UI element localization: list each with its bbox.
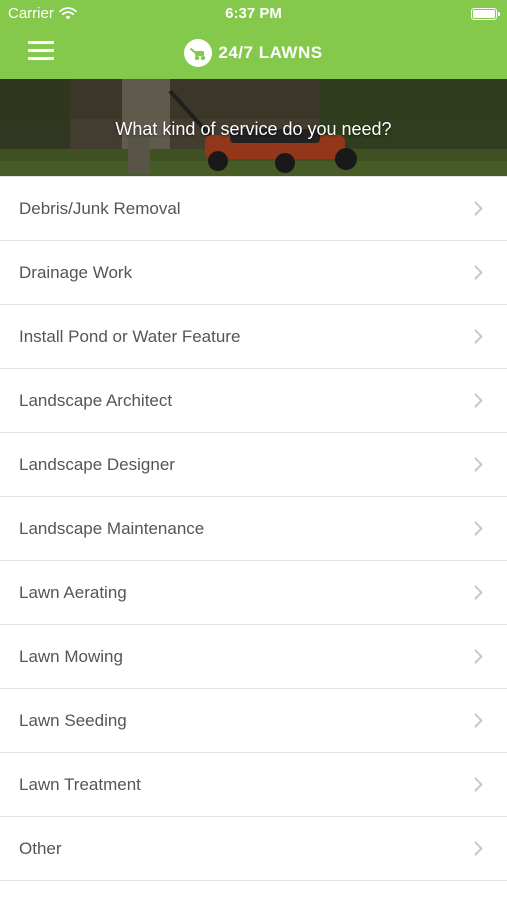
chevron-right-icon	[474, 457, 483, 472]
service-item-debris-junk-removal[interactable]: Debris/Junk Removal	[0, 177, 507, 241]
battery-level	[473, 10, 495, 18]
service-label: Debris/Junk Removal	[19, 198, 181, 218]
chevron-right-icon	[474, 393, 483, 408]
chevron-right-icon	[474, 777, 483, 792]
navigation-bar: 24/7 LAWNS	[0, 28, 507, 79]
service-label: Install Pond or Water Feature	[19, 326, 241, 346]
chevron-right-icon	[474, 201, 483, 216]
service-label: Lawn Aerating	[19, 582, 127, 602]
chevron-right-icon	[474, 265, 483, 280]
service-list: Debris/Junk Removal Drainage Work Instal…	[0, 176, 507, 900]
service-item-landscape-designer[interactable]: Landscape Designer	[0, 433, 507, 497]
brand-name: 24/7 LAWNS	[218, 43, 323, 62]
status-time: 6:37 PM	[225, 5, 282, 22]
service-label: Other	[19, 838, 62, 858]
service-item-landscape-architect[interactable]: Landscape Architect	[0, 369, 507, 433]
service-item-lawn-seeding[interactable]: Lawn Seeding	[0, 689, 507, 753]
service-label: Lawn Seeding	[19, 710, 127, 730]
status-bar: Carrier 6:37 PM	[0, 0, 507, 28]
lawn-mower-icon	[184, 39, 213, 67]
service-item-drainage-work[interactable]: Drainage Work	[0, 241, 507, 305]
battery-icon	[471, 8, 500, 20]
chevron-right-icon	[474, 521, 483, 536]
service-label: Drainage Work	[19, 262, 133, 282]
service-item-lawn-mowing[interactable]: Lawn Mowing	[0, 625, 507, 689]
hero-title: What kind of service do you need?	[115, 119, 392, 139]
chevron-right-icon	[474, 841, 483, 856]
service-label: Lawn Treatment	[19, 774, 141, 794]
service-label: Landscape Maintenance	[19, 518, 205, 538]
service-item-lawn-treatment[interactable]: Lawn Treatment	[0, 753, 507, 817]
service-item-partial[interactable]	[0, 881, 507, 900]
service-item-landscape-maintenance[interactable]: Landscape Maintenance	[0, 497, 507, 561]
app-screen: Carrier 6:37 PM 24/7 LAWNS What kind of …	[0, 0, 507, 900]
chevron-right-icon	[474, 329, 483, 344]
service-item-other[interactable]: Other	[0, 817, 507, 881]
chevron-right-icon	[474, 713, 483, 728]
chevron-right-icon	[474, 649, 483, 664]
hero-banner: What kind of service do you need?	[0, 79, 507, 176]
service-item-lawn-aerating[interactable]: Lawn Aerating	[0, 561, 507, 625]
service-label: Landscape Designer	[19, 454, 175, 474]
service-item-install-pond[interactable]: Install Pond or Water Feature	[0, 305, 507, 369]
top-bar: Carrier 6:37 PM 24/7 LAWNS	[0, 0, 507, 79]
service-label: Lawn Mowing	[19, 646, 123, 666]
brand-logo: 24/7 LAWNS	[0, 39, 507, 67]
service-label: Landscape Architect	[19, 390, 173, 410]
chevron-right-icon	[474, 585, 483, 600]
